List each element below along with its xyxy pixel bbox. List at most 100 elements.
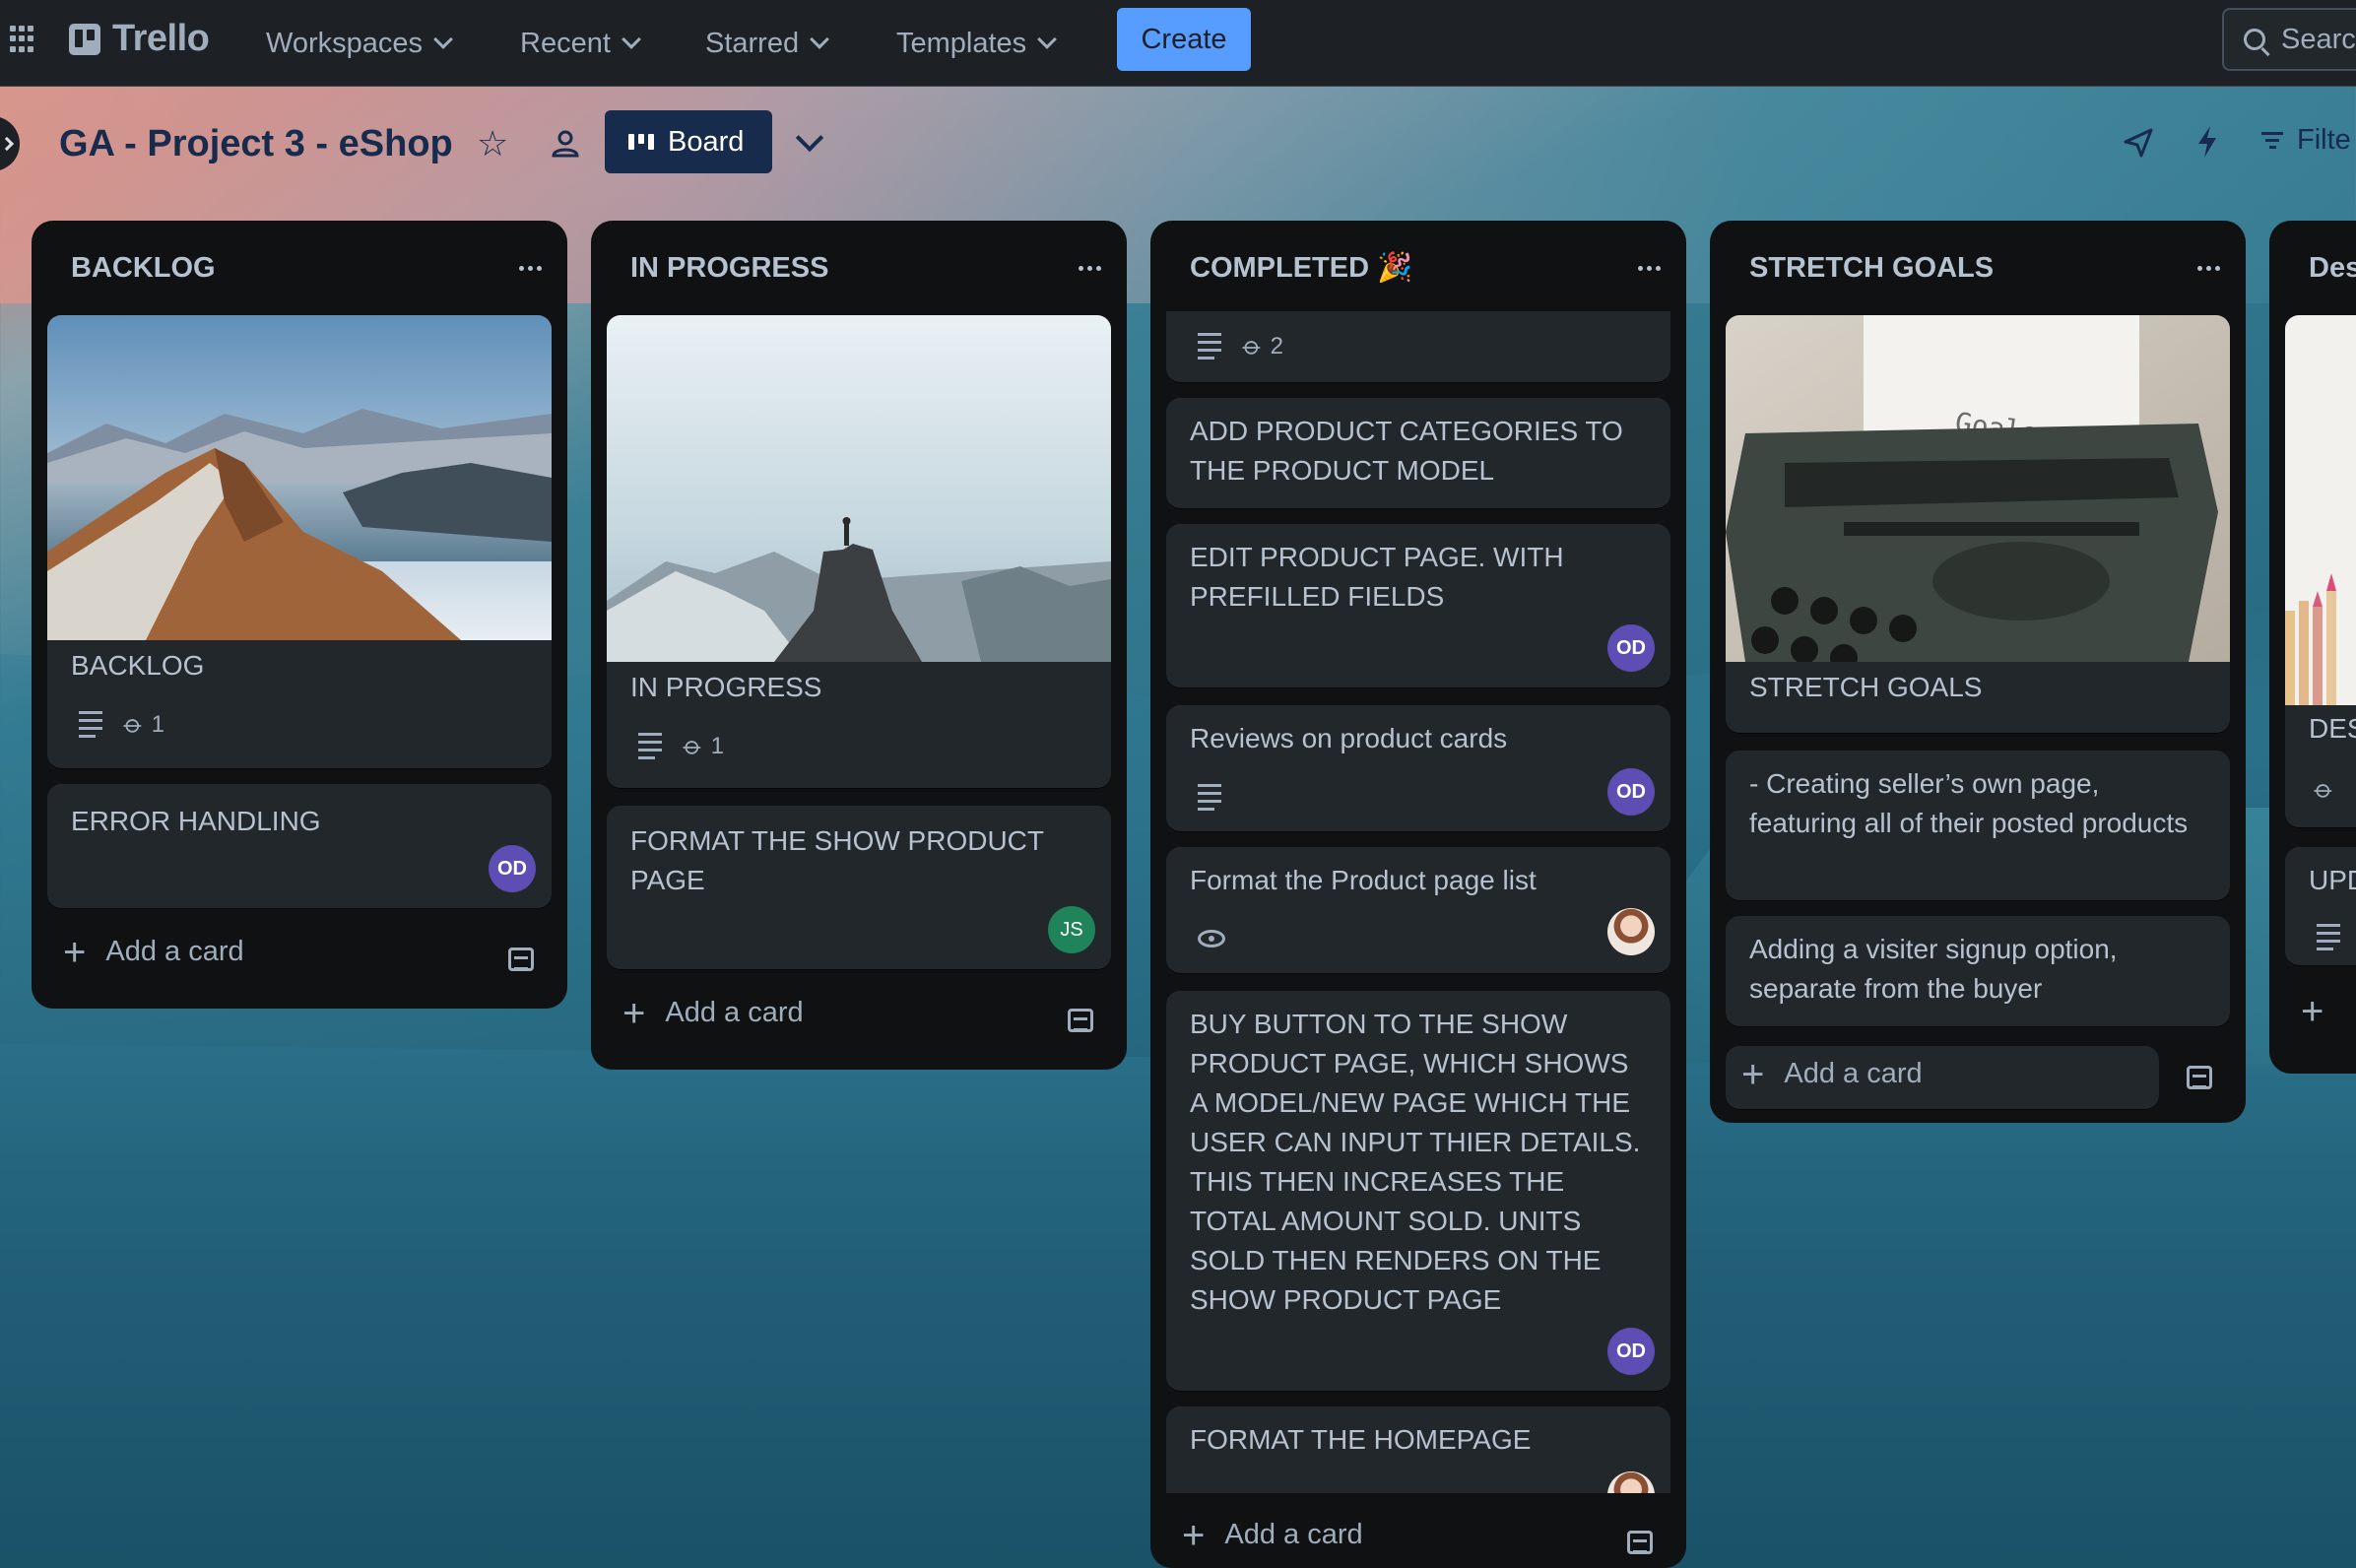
list-menu-icon[interactable] [1638, 265, 1661, 271]
card-format-show-product[interactable]: FORMAT THE SHOW PRODUCT PAGE JS [607, 806, 1111, 969]
list-title[interactable]: STRETCH GOALS [1749, 252, 1994, 285]
board-title[interactable]: GA - Project 3 - eShop [59, 116, 453, 171]
plus-icon: + [622, 991, 646, 1035]
card-stretch-goals[interactable]: Goals STRETCH GOALS [1726, 315, 2230, 733]
card-title: Format the Product page list [1190, 865, 1537, 895]
card-title: - Creating seller’s own page, featuring … [1749, 768, 2189, 838]
card-format-homepage[interactable]: FORMAT THE HOMEPAGE [1166, 1406, 1670, 1493]
attachments-badge: ⌀ 1 [118, 708, 165, 740]
member-avatar[interactable]: OD [1607, 768, 1655, 816]
create-from-template-icon[interactable] [508, 947, 534, 971]
chevron-down-icon [433, 30, 453, 49]
member-avatar[interactable]: JS [1048, 906, 1095, 953]
create-button[interactable]: Create [1117, 8, 1251, 71]
add-card-button[interactable]: + Add a card [622, 991, 804, 1035]
description-icon [2317, 924, 2340, 950]
trello-logo[interactable]: Trello [69, 18, 210, 60]
card-product-categories[interactable]: ADD PRODUCT CATEGORIES TO THE PRODUCT MO… [1166, 398, 1670, 508]
add-card-content: + Add a card [1741, 1055, 1923, 1094]
card-title: FORMAT THE HOMEPAGE [1190, 1424, 1532, 1455]
add-card-button[interactable]: + Add a card [1182, 1516, 1363, 1555]
member-avatar[interactable]: OD [1607, 1328, 1655, 1375]
card-upd[interactable]: UPD [2285, 847, 2356, 965]
card-badges: ⌀ [2309, 773, 2340, 805]
list-header: COMPLETED 🎉 [1150, 221, 1686, 315]
list-menu-icon[interactable] [519, 265, 542, 271]
list-title[interactable]: COMPLETED 🎉 [1190, 251, 1412, 285]
list-header: BACKLOG [32, 221, 567, 315]
automation-icon[interactable] [2192, 124, 2222, 160]
description-icon [1198, 333, 1221, 359]
card-backlog[interactable]: BACKLOG ⌀ 1 [47, 315, 552, 768]
card-attachments-only[interactable]: ⌀ 2 [1166, 311, 1670, 382]
workspaces-menu[interactable]: Workspaces [266, 22, 453, 65]
chevron-down-icon [621, 30, 641, 49]
member-avatar-photo[interactable] [1607, 1471, 1655, 1493]
card-format-product-list[interactable]: Format the Product page list [1166, 847, 1670, 973]
filter-icon [2261, 132, 2283, 149]
card-badges [1198, 784, 1221, 811]
list-header: IN PROGRESS [591, 221, 1127, 315]
recent-menu[interactable]: Recent [520, 22, 641, 65]
list-stretch-goals: STRETCH GOALS Goals STRETCH GOALS - Crea… [1710, 221, 2246, 1123]
workspace-visible-icon[interactable] [548, 126, 583, 162]
member-avatar[interactable]: OD [489, 845, 536, 892]
create-from-template-icon[interactable] [2187, 1066, 2212, 1089]
attachments-badge: ⌀ 2 [1237, 330, 1283, 361]
card-title: STRETCH GOALS [1749, 672, 1983, 702]
card-title: BUY BUTTON TO THE SHOW PRODUCT PAGE, WHI… [1190, 1009, 1641, 1315]
list-menu-icon[interactable] [1079, 265, 1101, 271]
card-design[interactable]: DES ⌀ [2285, 315, 2356, 827]
views-dropdown-icon[interactable] [795, 123, 824, 153]
create-from-template-icon[interactable] [1068, 1009, 1093, 1032]
card-reviews[interactable]: Reviews on product cards OD [1166, 705, 1670, 831]
chevron-down-icon [810, 30, 830, 49]
create-from-template-icon[interactable] [1627, 1531, 1653, 1554]
power-ups-icon[interactable] [2122, 126, 2155, 160]
list-menu-icon[interactable] [2197, 265, 2220, 271]
card-cover-image [47, 315, 552, 640]
starred-menu[interactable]: Starred [705, 22, 830, 65]
card-buy-button[interactable]: BUY BUTTON TO THE SHOW PRODUCT PAGE, WHI… [1166, 991, 1670, 1391]
chevron-down-icon [1037, 30, 1058, 49]
attachment-icon: ⌀ [1237, 330, 1270, 362]
card-cover-image [607, 315, 1111, 662]
card-title: Adding a visiter signup option, separate… [1749, 934, 2118, 1004]
attachment-icon: ⌀ [118, 708, 151, 741]
card-badges: ⌀ 1 [79, 708, 165, 740]
list-title[interactable]: Des [2309, 252, 2356, 285]
list-backlog: BACKLOG BACKLOG ⌀ 1 ERROR HANDLING OD + … [32, 221, 567, 1009]
card-visitor-signup[interactable]: Adding a visiter signup option, separate… [1726, 916, 2230, 1026]
add-card-label: Add a card [1784, 1058, 1923, 1089]
add-card-label: Add a card [665, 997, 804, 1028]
add-card-button[interactable]: + Add a card [1726, 1046, 2159, 1109]
sidebar-expand-button[interactable] [0, 116, 20, 171]
card-error-handling[interactable]: ERROR HANDLING OD [47, 784, 552, 908]
board-view-button[interactable]: Board [605, 110, 772, 173]
card-title: ERROR HANDLING [71, 806, 321, 836]
list-title[interactable]: IN PROGRESS [630, 252, 828, 285]
card-seller-page[interactable]: - Creating seller’s own page, featuring … [1726, 751, 2230, 900]
member-avatar-photo[interactable] [1607, 908, 1655, 955]
list-cards-scroll[interactable]: ⌀ 2 ADD PRODUCT CATEGORIES TO THE PRODUC… [1150, 311, 1686, 1493]
add-card-button[interactable]: + [2301, 992, 2323, 1031]
card-edit-product-page[interactable]: EDIT PRODUCT PAGE. WITH PREFILLED FIELDS… [1166, 524, 1670, 687]
add-card-button[interactable]: + Add a card [63, 933, 244, 972]
member-avatar[interactable]: OD [1607, 624, 1655, 672]
list-design: Des DES ⌀ UPD + [2269, 221, 2356, 1074]
card-in-progress[interactable]: IN PROGRESS ⌀ 1 [607, 315, 1111, 788]
attachment-count: 1 [151, 710, 165, 738]
star-icon[interactable]: ☆ [477, 124, 508, 163]
filter-label: Filte [2297, 124, 2351, 156]
card-title: BACKLOG [71, 650, 205, 681]
card-title: Reviews on product cards [1190, 723, 1508, 753]
filter-button[interactable]: Filte [2261, 124, 2351, 157]
app-switcher-icon[interactable] [10, 26, 37, 53]
starred-label: Starred [705, 27, 800, 59]
card-badges [1198, 930, 1225, 947]
templates-menu[interactable]: Templates [896, 22, 1058, 65]
recent-label: Recent [520, 27, 611, 59]
search-input[interactable]: Searc [2222, 8, 2356, 71]
list-title[interactable]: BACKLOG [71, 252, 216, 285]
board-view-label: Board [668, 125, 745, 158]
